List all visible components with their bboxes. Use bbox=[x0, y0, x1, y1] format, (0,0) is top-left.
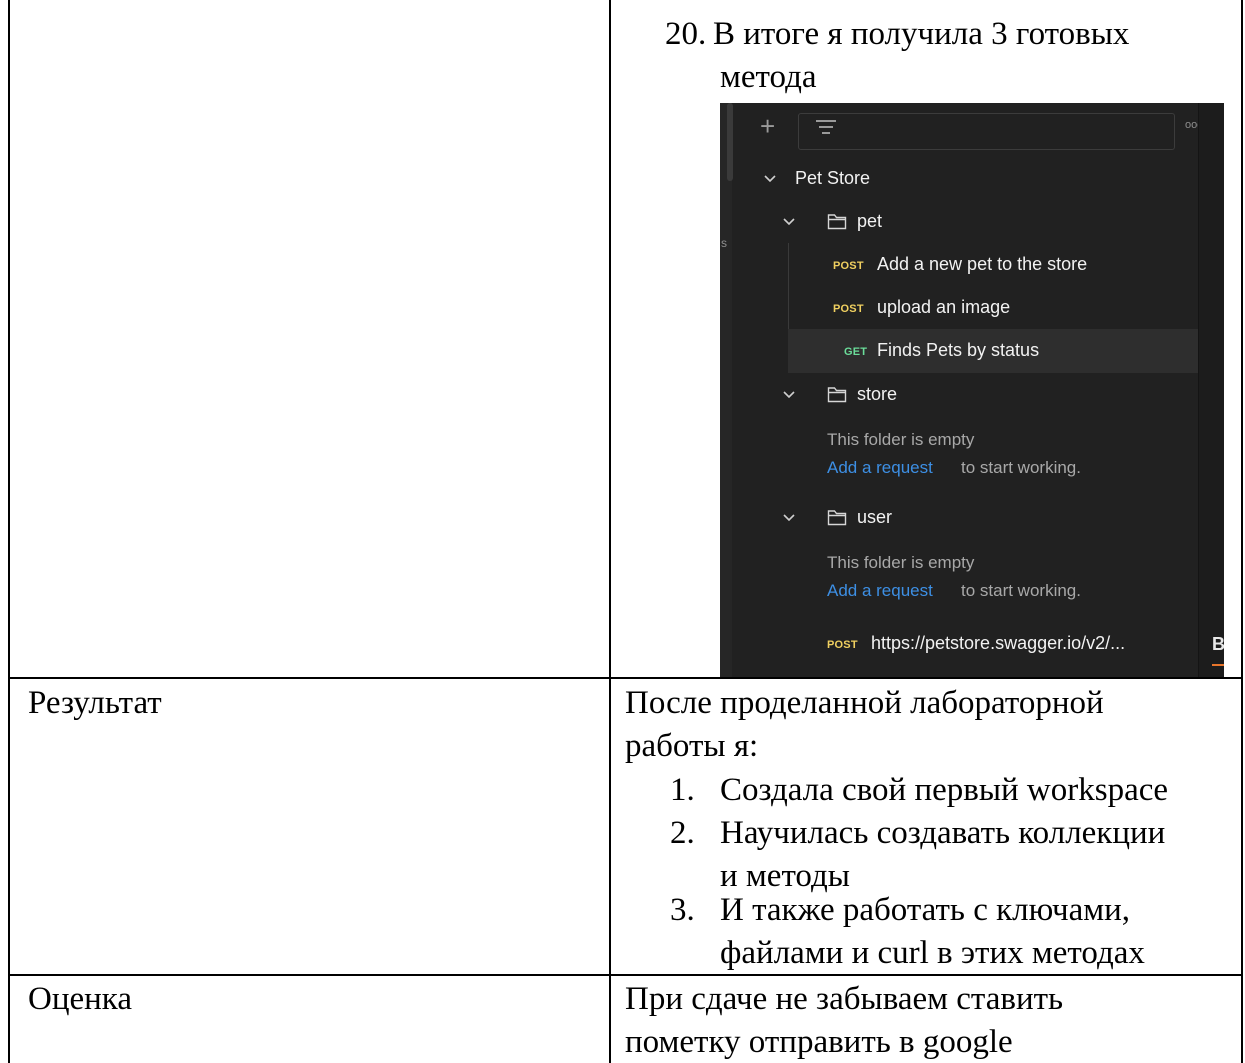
add-request-link[interactable]: Add a request bbox=[827, 458, 933, 478]
row-label-grade: Оценка bbox=[28, 981, 132, 1017]
row1-bottom-border bbox=[8, 677, 1243, 679]
document-table: 20. В итоге я получила 3 готовых метода … bbox=[0, 0, 1245, 1063]
table-column-divider bbox=[609, 0, 611, 1063]
left-strip bbox=[720, 103, 732, 677]
active-tab-underline bbox=[1212, 664, 1224, 666]
grade-text-line1: При сдаче не забываем ставить bbox=[625, 981, 1064, 1017]
step-text-line2: метода bbox=[720, 59, 817, 95]
empty-folder-text: This folder is empty bbox=[827, 430, 975, 449]
folder-name-user[interactable]: user bbox=[857, 507, 892, 528]
add-request-suffix: to start working. bbox=[961, 458, 1081, 477]
right-panel bbox=[1199, 103, 1224, 677]
method-badge-post: POST bbox=[827, 639, 858, 651]
chevron-down-icon[interactable] bbox=[782, 513, 796, 523]
row2-bottom-border bbox=[8, 974, 1243, 976]
method-badge-get: GET bbox=[844, 346, 868, 358]
table-right-border bbox=[1241, 0, 1243, 1063]
step-number: 20. bbox=[665, 16, 707, 52]
add-request-link[interactable]: Add a request bbox=[827, 581, 933, 601]
chevron-down-icon[interactable] bbox=[763, 174, 777, 184]
list-number: 1. bbox=[670, 772, 695, 808]
folder-icon bbox=[827, 214, 847, 230]
postman-sidebar-screenshot: s + ooo Pet Store pet POST Add a new pet… bbox=[720, 103, 1224, 677]
chevron-down-icon[interactable] bbox=[782, 217, 796, 227]
empty-folder-text: This folder is empty bbox=[827, 553, 975, 572]
plus-icon[interactable]: + bbox=[760, 111, 775, 142]
right-panel-letter: B bbox=[1212, 634, 1224, 654]
request-petstore-url[interactable]: https://petstore.swagger.io/v2/... bbox=[871, 633, 1125, 654]
request-upload-image[interactable]: upload an image bbox=[877, 297, 1010, 318]
folder-name-store[interactable]: store bbox=[857, 384, 897, 405]
folder-name-pet[interactable]: pet bbox=[857, 211, 882, 232]
step-text-line1: В итоге я получила 3 готовых bbox=[713, 16, 1130, 52]
list-item-text: И также работать с ключами, bbox=[720, 892, 1131, 928]
list-item-text: файлами и curl в этих методах bbox=[720, 935, 1145, 971]
folder-icon bbox=[827, 510, 847, 526]
add-request-suffix: to start working. bbox=[961, 581, 1081, 600]
result-intro-line1: После проделанной лабораторной bbox=[625, 685, 1104, 721]
method-badge-post: POST bbox=[833, 303, 864, 315]
request-find-pets[interactable]: Finds Pets by status bbox=[877, 340, 1039, 361]
folder-icon bbox=[827, 387, 847, 403]
list-item-text: Создала свой первый workspace bbox=[720, 772, 1169, 808]
search-input[interactable] bbox=[798, 113, 1175, 150]
list-number: 3. bbox=[670, 892, 695, 928]
row-label-result: Результат bbox=[28, 685, 162, 721]
request-add-pet[interactable]: Add a new pet to the store bbox=[877, 254, 1087, 275]
chevron-down-icon[interactable] bbox=[782, 390, 796, 400]
table-left-border bbox=[8, 0, 10, 1063]
scrollbar-thumb bbox=[727, 103, 733, 181]
method-badge-post: POST bbox=[833, 260, 864, 272]
filter-icon[interactable] bbox=[816, 119, 836, 137]
grade-text-line2: пометку отправить в google bbox=[625, 1024, 1013, 1060]
list-number: 2. bbox=[670, 815, 695, 851]
collection-name[interactable]: Pet Store bbox=[795, 168, 870, 189]
stray-letter: s bbox=[721, 236, 727, 250]
result-intro-line2: работы я: bbox=[625, 728, 759, 764]
list-item-text: Научилась создавать коллекции bbox=[720, 815, 1166, 851]
